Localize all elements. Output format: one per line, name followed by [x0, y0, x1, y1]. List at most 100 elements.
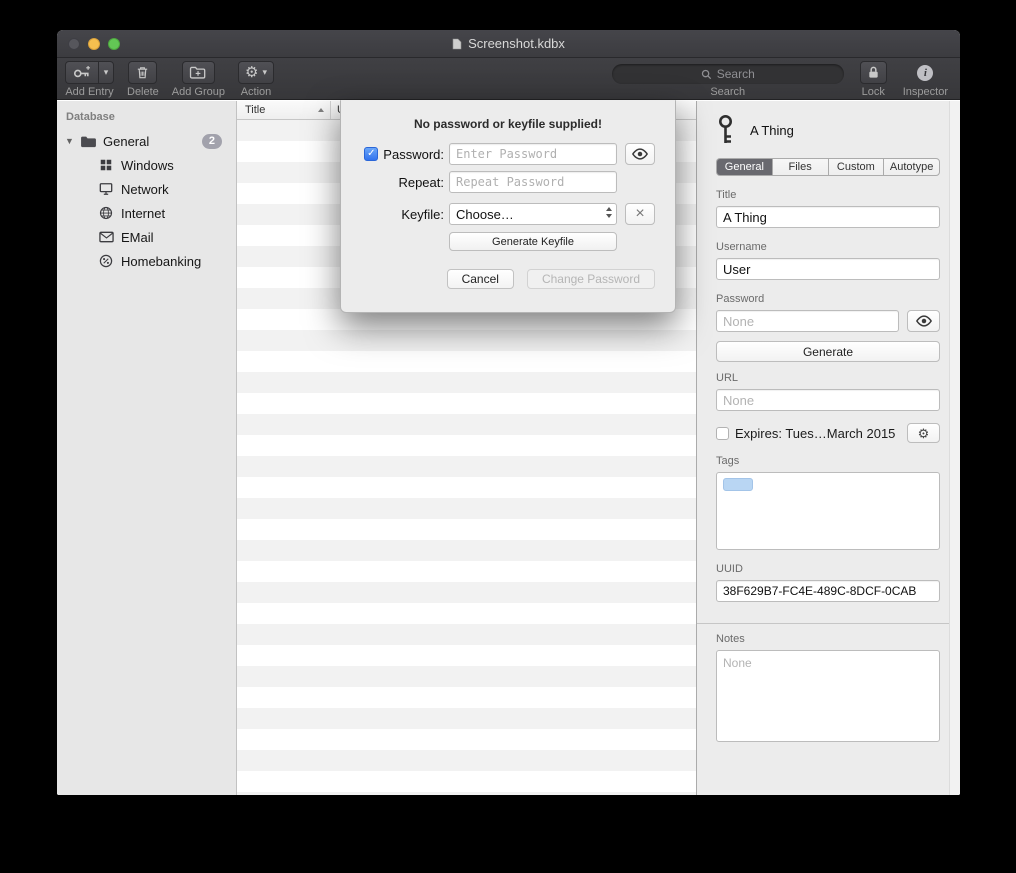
entry-title: A Thing [750, 123, 794, 138]
sidebar-header: Database [57, 109, 236, 129]
sheet-message: No password or keyfile supplied! [341, 117, 675, 131]
delete-label: Delete [127, 86, 159, 98]
add-entry-dropdown-button[interactable]: ▾ [98, 61, 114, 84]
chevron-down-icon: ▾ [262, 68, 267, 77]
tab-general[interactable]: General [716, 158, 772, 176]
tags-label: Tags [716, 455, 940, 467]
column-header-title[interactable]: Title [237, 101, 331, 119]
stepper-icon [606, 207, 612, 218]
sidebar-item-windows[interactable]: Windows [57, 153, 236, 177]
windows-grid-icon [97, 157, 115, 173]
lock-icon [867, 65, 880, 80]
app-window: Screenshot.kdbx ▾ Add [57, 30, 960, 795]
password-input[interactable] [449, 143, 617, 165]
tab-custom[interactable]: Custom [828, 158, 884, 176]
keyfile-select[interactable]: Choose… [449, 203, 617, 225]
sidebar-item-label: Network [121, 182, 169, 197]
lock-label: Lock [862, 86, 885, 98]
search-input[interactable]: Search [612, 64, 844, 84]
trash-icon [135, 65, 150, 80]
folder-plus-icon [189, 65, 208, 80]
zoom-button[interactable] [108, 38, 120, 50]
url-field-label: URL [716, 372, 940, 384]
search-label: Search [710, 86, 745, 98]
sidebar-item-internet[interactable]: Internet [57, 201, 236, 225]
eye-icon [915, 315, 933, 327]
folder-icon [79, 133, 97, 149]
sidebar-item-label: Internet [121, 206, 165, 221]
close-button[interactable] [68, 38, 80, 50]
change-password-button[interactable]: Change Password [527, 269, 655, 289]
percent-circle-icon [97, 253, 115, 269]
sidebar-item-label: EMail [121, 230, 154, 245]
notes-label: Notes [716, 633, 940, 645]
clear-keyfile-button[interactable]: × [625, 203, 655, 225]
close-x-icon: × [635, 206, 644, 222]
password-field-label: Password [716, 293, 940, 305]
add-entry-button[interactable] [65, 61, 98, 84]
password-field[interactable] [716, 310, 899, 332]
inspector-scrollbar[interactable] [949, 101, 960, 795]
repeat-label: Repeat: [398, 175, 444, 190]
cancel-button[interactable]: Cancel [447, 269, 514, 289]
lock-button[interactable] [860, 61, 887, 84]
generate-password-button[interactable]: Generate [716, 341, 940, 362]
tags-field[interactable] [716, 472, 940, 550]
title-field[interactable] [716, 206, 940, 228]
inspector-label: Inspector [903, 86, 948, 98]
reveal-password-button[interactable] [907, 310, 940, 332]
chevron-down-icon: ▾ [104, 68, 109, 77]
tag-pill[interactable] [723, 478, 753, 491]
sidebar-item-network[interactable]: Network [57, 177, 236, 201]
sidebar-item-homebanking[interactable]: Homebanking [57, 249, 236, 273]
generate-keyfile-button[interactable]: Generate Keyfile [449, 232, 617, 251]
sidebar: Database ▼ General 2 Windows [57, 101, 237, 795]
sort-ascending-icon [318, 108, 324, 112]
add-entry-label: Add Entry [65, 86, 113, 98]
repeat-password-input[interactable] [449, 171, 617, 193]
sidebar-item-email[interactable]: EMail [57, 225, 236, 249]
uuid-label: UUID [716, 563, 940, 575]
divider [697, 623, 960, 624]
inspector-button[interactable]: i [917, 61, 933, 84]
sidebar-item-general[interactable]: ▼ General 2 [57, 129, 236, 153]
username-field[interactable] [716, 258, 940, 280]
notes-field[interactable] [716, 650, 940, 742]
action-button[interactable]: ⚙ ▾ [238, 61, 274, 84]
password-checkbox[interactable]: ✓ [364, 147, 378, 161]
entry-count-badge: 2 [202, 134, 222, 149]
action-label: Action [241, 86, 272, 98]
document-icon [452, 38, 462, 50]
inspector-tabs: General Files Custom Autotype [716, 158, 940, 176]
url-field[interactable] [716, 389, 940, 411]
username-field-label: Username [716, 241, 940, 253]
disclosure-triangle-icon[interactable]: ▼ [65, 136, 79, 146]
sidebar-item-label: Homebanking [121, 254, 201, 269]
delete-button[interactable] [128, 61, 157, 84]
title-bar: Screenshot.kdbx [57, 30, 960, 58]
toolbar: ▾ Add Entry Delete [57, 58, 960, 100]
eye-icon [631, 148, 649, 160]
expires-checkbox[interactable] [716, 427, 729, 440]
uuid-field[interactable] [716, 580, 940, 602]
tab-files[interactable]: Files [772, 158, 828, 176]
inspector-panel: A Thing General Files Custom Autotype Ti… [696, 101, 960, 795]
expires-label: Expires: Tues…March 2015 [735, 426, 903, 441]
search-icon [701, 69, 712, 80]
window-title: Screenshot.kdbx [468, 36, 565, 51]
minimize-button[interactable] [88, 38, 100, 50]
search-placeholder: Search [717, 67, 755, 81]
envelope-icon [97, 229, 115, 245]
tab-autotype[interactable]: Autotype [883, 158, 940, 176]
password-label: Password: [383, 147, 444, 162]
reveal-password-button[interactable] [625, 143, 655, 165]
add-group-button[interactable] [182, 61, 215, 84]
key-icon [716, 114, 735, 146]
window-controls [68, 38, 120, 50]
sidebar-item-label: General [103, 134, 149, 149]
monitor-icon [97, 181, 115, 197]
sidebar-item-label: Windows [121, 158, 174, 173]
add-group-label: Add Group [172, 86, 225, 98]
expires-settings-button[interactable]: ⚙ [907, 423, 940, 443]
gear-icon: ⚙ [918, 427, 930, 440]
